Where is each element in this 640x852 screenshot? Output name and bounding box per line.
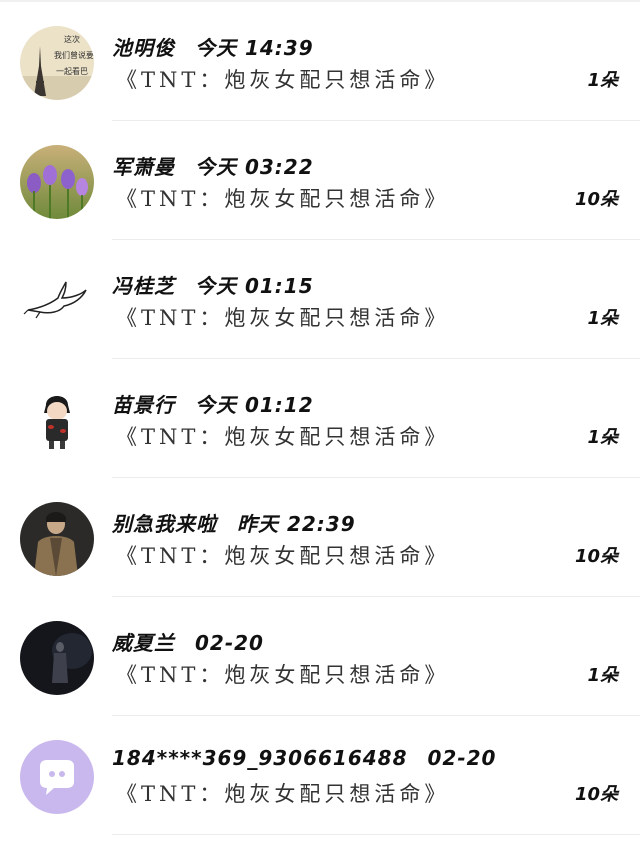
flower-count: 1朵: [587, 665, 618, 686]
item-header: 184****369_9306616488 02-20: [112, 746, 496, 770]
list-item[interactable]: 苗景行 今天 01:12 《TNT：炮灰女配只想活命》 1朵: [0, 359, 640, 478]
item-header: 军萧曼 今天 03:22: [112, 151, 314, 180]
message-preview: 《TNT：炮灰女配只想活命》: [116, 68, 450, 92]
flower-count: 1朵: [587, 427, 618, 448]
timestamp: 今天 14:39: [195, 36, 314, 60]
anime-character-icon: [20, 383, 94, 457]
dark-figure-photo-icon: [20, 621, 94, 695]
list-item[interactable]: 这次 我们曾说要 一起看巴 池明俊 今天 14:39 《TNT：炮灰女配只想活命》…: [0, 2, 640, 121]
flower-count: 1朵: [587, 70, 618, 91]
list-item[interactable]: 别急我来啦 昨天 22:39 《TNT：炮灰女配只想活命》 10朵: [0, 478, 640, 597]
dove-sketch-icon: [20, 264, 94, 338]
message-preview: 《TNT：炮灰女配只想活命》: [116, 782, 450, 806]
divider: [112, 834, 640, 835]
list-item[interactable]: 184****369_9306616488 02-20 《TNT：炮灰女配只想活命…: [0, 716, 640, 835]
item-header: 别急我来啦 昨天 22:39: [112, 508, 356, 537]
item-header: 冯桂芝 今天 01:15: [112, 270, 314, 299]
list-item[interactable]: 冯桂芝 今天 01:15 《TNT：炮灰女配只想活命》 1朵: [0, 240, 640, 359]
timestamp: 02-20: [427, 746, 497, 770]
default-chat-avatar-icon: [20, 740, 94, 814]
timestamp: 今天 01:15: [195, 274, 314, 298]
flower-count: 1朵: [587, 308, 618, 329]
message-list: 这次 我们曾说要 一起看巴 池明俊 今天 14:39 《TNT：炮灰女配只想活命》…: [0, 0, 640, 852]
list-item[interactable]: 军萧曼 今天 03:22 《TNT：炮灰女配只想活命》 10朵: [0, 121, 640, 240]
item-header: 池明俊 今天 14:39: [112, 32, 314, 61]
user-name: 别急我来啦: [112, 512, 217, 536]
user-name: 冯桂芝: [112, 274, 175, 298]
man-in-coat-photo-icon: [20, 502, 94, 576]
timestamp: 今天 01:12: [195, 393, 314, 417]
purple-flowers-photo-icon: [20, 145, 94, 219]
timestamp: 昨天 22:39: [237, 512, 356, 536]
message-preview: 《TNT：炮灰女配只想活命》: [116, 544, 450, 568]
flower-count: 10朵: [574, 546, 618, 567]
user-name: 184****369_9306616488: [112, 746, 408, 770]
avatar-caption-2: 我们曾说要: [54, 50, 94, 60]
timestamp: 02-20: [195, 631, 264, 655]
eiffel-tower-photo-icon: 这次 我们曾说要 一起看巴: [20, 26, 94, 100]
user-name: 苗景行: [112, 393, 175, 417]
message-preview: 《TNT：炮灰女配只想活命》: [116, 306, 450, 330]
message-preview: 《TNT：炮灰女配只想活命》: [116, 425, 450, 449]
user-name: 池明俊: [112, 36, 175, 60]
avatar-caption-1: 这次: [64, 34, 80, 44]
item-header: 苗景行 今天 01:12: [112, 389, 314, 418]
timestamp: 今天 03:22: [195, 155, 314, 179]
message-preview: 《TNT：炮灰女配只想活命》: [116, 187, 450, 211]
item-header: 威夏兰 02-20: [112, 627, 264, 656]
user-name: 军萧曼: [112, 155, 175, 179]
avatar-caption-3: 一起看巴: [56, 67, 88, 76]
user-name: 威夏兰: [112, 631, 175, 655]
flower-count: 10朵: [574, 784, 618, 805]
list-item[interactable]: 威夏兰 02-20 《TNT：炮灰女配只想活命》 1朵: [0, 597, 640, 716]
message-preview: 《TNT：炮灰女配只想活命》: [116, 663, 450, 687]
flower-count: 10朵: [574, 189, 618, 210]
